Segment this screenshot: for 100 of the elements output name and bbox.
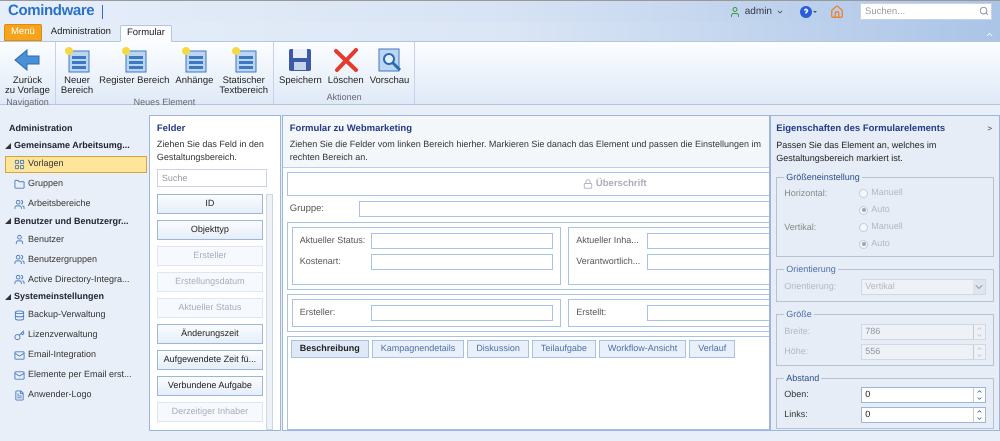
sidebar-title: Administration bbox=[8, 122, 74, 135]
tree-group[interactable]: Systemeinstellungen bbox=[5, 290, 147, 304]
number-field[interactable]: 0 bbox=[861, 407, 986, 423]
expand-arrow-icon[interactable] bbox=[5, 142, 11, 149]
form-tab[interactable]: Diskussion bbox=[467, 340, 529, 358]
folder-icon bbox=[14, 178, 25, 190]
ribbon-button[interactable]: Speichern bbox=[276, 42, 325, 91]
users-icon bbox=[14, 198, 25, 210]
panel-title: Felder bbox=[156, 122, 186, 136]
caret-icon bbox=[973, 280, 986, 294]
field-label: Links: bbox=[784, 408, 809, 422]
user-icon bbox=[728, 6, 741, 18]
form-tab[interactable]: Kampagnendetails bbox=[372, 340, 464, 358]
input-field[interactable] bbox=[370, 254, 554, 270]
field-button[interactable]: Aufgewendete Zeit fü... bbox=[156, 350, 263, 370]
field-label: Verantwortlich... bbox=[576, 255, 642, 268]
field-label: Kostenart: bbox=[300, 255, 342, 268]
tree-item[interactable]: Active Directory-Integra... bbox=[5, 271, 147, 288]
expand-arrow-icon[interactable] bbox=[5, 218, 11, 224]
form-title: Formular zu Webmarketing bbox=[290, 122, 414, 136]
tree-item[interactable]: Benutzer bbox=[5, 231, 147, 248]
input-field[interactable] bbox=[358, 201, 770, 217]
home-icon[interactable] bbox=[830, 4, 844, 18]
number-field[interactable]: 0 bbox=[861, 387, 986, 403]
group-legend: Größeneinstellung bbox=[784, 171, 862, 184]
ribbon-button[interactable]: Löschen bbox=[324, 42, 367, 91]
scrollbar[interactable] bbox=[266, 194, 273, 430]
form-description: Ziehen Sie die Felder vom linken Bereich hierher. Markieren Sie danach das Element und passen die Einstellungen im rechten Bereich an. bbox=[290, 138, 762, 164]
document-icon bbox=[14, 390, 25, 400]
app-logo: Comindware bbox=[8, 1, 94, 22]
field-button[interactable]: ID bbox=[156, 194, 263, 214]
field-label: Aktueller Status: bbox=[300, 234, 366, 248]
group-legend: Größe bbox=[784, 308, 814, 322]
ribbon-button[interactable]: Register Bereich bbox=[96, 42, 172, 96]
field-button[interactable]: Verbundene Aufgabe bbox=[156, 376, 263, 396]
grid-icon bbox=[14, 158, 25, 170]
delete-cross-icon bbox=[332, 46, 360, 74]
field-label: Ersteller: bbox=[300, 306, 336, 320]
help-button[interactable] bbox=[800, 6, 818, 18]
ribbon-group-label: Navigation bbox=[5, 96, 50, 109]
expand-arrow-icon[interactable] bbox=[5, 294, 11, 300]
field-label: Aktueller Inha... bbox=[576, 234, 640, 248]
form-tab[interactable]: Workflow-Ansicht bbox=[598, 340, 686, 358]
key-icon bbox=[14, 330, 25, 340]
panel-title: Eigenschaften des Formularelements bbox=[776, 122, 946, 136]
collapse-button[interactable]: > bbox=[985, 123, 994, 135]
panel-description: Passen Sie das Element an, welches im Gestaltungsbereich markiert ist. bbox=[776, 139, 938, 165]
help-icon bbox=[800, 6, 818, 18]
ribbon-button[interactable]: Zurück zu Vorlage bbox=[2, 42, 53, 96]
field-label: Erstellt: bbox=[576, 306, 608, 320]
envelope-icon bbox=[14, 370, 25, 380]
collapse-ribbon-icon[interactable] bbox=[985, 30, 994, 39]
tree-item[interactable]: Vorlagen bbox=[5, 156, 147, 172]
new-form-element-icon bbox=[180, 46, 208, 74]
search-field[interactable]: Suchen... bbox=[860, 3, 992, 20]
tree-item[interactable]: Gruppen bbox=[5, 176, 147, 192]
envelope-icon bbox=[14, 350, 25, 360]
tree-item[interactable]: Benutzergruppen bbox=[5, 251, 147, 268]
database-icon bbox=[14, 310, 25, 320]
tree-item[interactable]: Arbeitsbereiche bbox=[5, 196, 147, 212]
ribbon-tab[interactable]: Administration bbox=[44, 24, 118, 41]
back-arrow-icon bbox=[13, 46, 42, 74]
search-field[interactable]: Suche bbox=[156, 169, 267, 187]
new-form-element-icon bbox=[63, 46, 92, 74]
form-tab[interactable]: Beschreibung bbox=[290, 340, 369, 358]
user-menu[interactable]: admin bbox=[728, 4, 784, 19]
group-legend: Abstand bbox=[784, 372, 822, 385]
new-form-element-icon bbox=[230, 46, 258, 74]
ribbon-button[interactable]: Anhänge bbox=[172, 42, 216, 96]
field-button[interactable]: Änderungszeit bbox=[156, 324, 263, 344]
ribbon-tab[interactable]: Formular bbox=[120, 25, 172, 42]
user-icon bbox=[14, 234, 25, 245]
field-label: Gruppe: bbox=[288, 202, 326, 216]
new-form-element-icon bbox=[120, 46, 148, 74]
form-tab[interactable]: Verlauf bbox=[689, 340, 736, 358]
tree-group[interactable]: Benutzer und Benutzergr... bbox=[5, 214, 147, 228]
field-label: Horizontal: bbox=[784, 186, 828, 200]
tree-item[interactable]: Anwender-Logo bbox=[5, 386, 147, 404]
search-icon bbox=[979, 6, 989, 16]
input-field[interactable] bbox=[370, 305, 554, 321]
ribbon-button[interactable]: Vorschau bbox=[366, 42, 412, 91]
tree-item[interactable]: Lizenzverwaltung bbox=[5, 326, 147, 344]
tree-item[interactable]: Backup-Verwaltung bbox=[5, 306, 147, 324]
ribbon-group-label: Aktionen bbox=[326, 91, 363, 104]
ribbon-group-label: Neues Element bbox=[132, 96, 196, 109]
users-icon bbox=[14, 274, 25, 285]
lock-icon bbox=[582, 179, 593, 189]
input-field[interactable] bbox=[370, 233, 554, 249]
form-tab[interactable]: Teilaufgabe bbox=[532, 340, 596, 358]
users-icon bbox=[14, 254, 25, 265]
field-button[interactable]: Objekttyp bbox=[156, 220, 263, 240]
ribbon-button[interactable]: Neuer Bereich bbox=[58, 42, 96, 96]
tree-item[interactable]: Elemente per Email erst... bbox=[5, 366, 147, 384]
field-label: Vertikal: bbox=[784, 220, 818, 234]
preview-magnifier-icon bbox=[376, 46, 404, 74]
tree-group[interactable]: Gemeinsame Arbeitsumg... bbox=[5, 139, 147, 152]
group-legend: Orientierung bbox=[784, 262, 838, 276]
tree-item[interactable]: Email-Integration bbox=[5, 346, 147, 364]
ribbon-button[interactable]: Statischer Textbereich bbox=[216, 42, 271, 96]
panel-description: Ziehen Sie das Feld in den Gestaltungsbereich. bbox=[156, 138, 265, 164]
